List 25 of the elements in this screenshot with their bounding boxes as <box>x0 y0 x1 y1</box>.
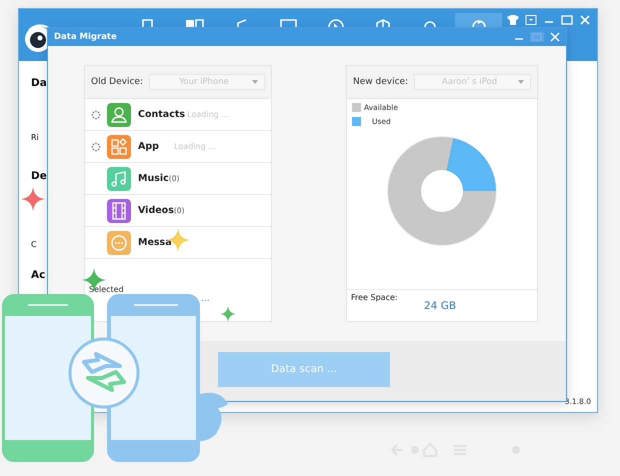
free-space-label: Free Space: <box>351 293 399 302</box>
close-icon <box>579 15 591 25</box>
field-label: C <box>31 240 37 249</box>
caret-icon <box>252 80 258 84</box>
device-label: Old Device: <box>91 77 143 87</box>
field-label: Ri <box>31 133 39 142</box>
maximize-icon <box>561 15 573 25</box>
dropdown-icon <box>525 15 537 25</box>
selected-value: ... <box>201 294 211 304</box>
close-icon <box>550 32 560 42</box>
shirt-icon <box>507 15 519 25</box>
dialog-title: Data Migrate <box>54 32 117 42</box>
device-label: New device: <box>353 77 408 87</box>
section-heading: Da <box>31 77 47 89</box>
item-name: App <box>138 141 159 152</box>
sparkle-icon <box>21 187 45 211</box>
item-name: Messa <box>138 237 172 248</box>
item-name: Contacts <box>138 109 186 120</box>
section-heading: De <box>31 170 47 182</box>
section-heading: Ac <box>31 269 46 281</box>
sparkle-icon <box>220 306 236 322</box>
selected-label: Selected <box>89 285 125 294</box>
maximize-icon <box>530 32 544 42</box>
free-space-value: 24 GB <box>424 300 458 312</box>
caret-icon <box>518 80 524 84</box>
